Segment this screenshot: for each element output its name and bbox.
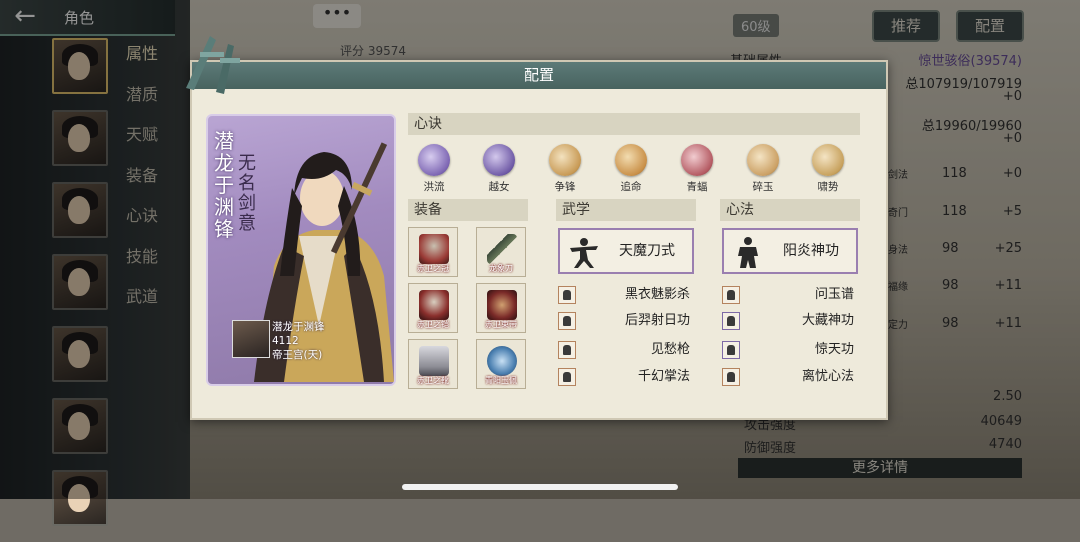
equipment-slot[interactable]: 赤卫之靴 bbox=[408, 339, 458, 389]
martial-pose-icon bbox=[558, 341, 576, 359]
meditation-figure-icon bbox=[738, 237, 758, 268]
owner-score: 4112 bbox=[272, 335, 299, 347]
pendant-icon bbox=[487, 346, 517, 376]
wuxue-main-name: 天魔刀式 bbox=[619, 243, 675, 259]
wuxue-main-slot[interactable]: 天魔刀式 bbox=[558, 228, 694, 274]
armor-icon bbox=[419, 290, 449, 320]
belt-icon bbox=[487, 290, 517, 320]
card-title: 潜龙于渊锋 bbox=[214, 129, 234, 241]
red-swirl-icon bbox=[681, 144, 713, 176]
xinjue-slot[interactable]: 越女 bbox=[476, 144, 522, 194]
equipment-slot[interactable]: 龙象刀 bbox=[476, 227, 526, 277]
equipment-name: 赤卫之铠 bbox=[417, 320, 449, 329]
meditation-pose-icon bbox=[722, 312, 740, 330]
xinjue-slot[interactable]: 追命 bbox=[608, 144, 654, 194]
equipment-slot[interactable]: 赤卫束带 bbox=[476, 283, 526, 333]
gold-strike-icon bbox=[615, 144, 647, 176]
equipment-name: 青阳玉佩 bbox=[485, 376, 517, 385]
boots-icon bbox=[419, 346, 449, 376]
martial-figure-icon bbox=[570, 238, 598, 268]
wuxue-section-header: 武学 bbox=[556, 199, 696, 221]
xinjue-name: 碎玉 bbox=[752, 181, 774, 193]
xinjue-name: 争锋 bbox=[554, 181, 576, 193]
xinjue-slot[interactable]: 青蝠 bbox=[674, 144, 720, 194]
xinjue-name: 洪流 bbox=[423, 181, 445, 193]
xinfa-name: 惊天功 bbox=[814, 342, 854, 357]
xinfa-list-item[interactable]: 离忧心法 bbox=[722, 368, 854, 388]
xinjue-slot[interactable]: 啸势 bbox=[805, 144, 851, 194]
card-subtitle: 无名剑意 bbox=[238, 153, 256, 234]
xinjue-slot[interactable]: 洪流 bbox=[411, 144, 457, 194]
wuxue-list-item[interactable]: 后羿射日功 bbox=[558, 312, 690, 332]
blade-icon bbox=[487, 234, 517, 264]
equipment-name: 赤卫之冠 bbox=[417, 264, 449, 273]
xinjue-slot[interactable]: 碎玉 bbox=[740, 144, 786, 194]
meditation-pose-icon bbox=[722, 286, 740, 304]
equipment-slot[interactable]: 赤卫之铠 bbox=[408, 283, 458, 333]
helmet-icon bbox=[419, 234, 449, 264]
gold-strike-icon bbox=[747, 144, 779, 176]
xinjue-section-header: 心诀 bbox=[408, 113, 860, 135]
xinfa-name: 问玉谱 bbox=[814, 287, 854, 302]
equipment-section-header: 装备 bbox=[408, 199, 528, 221]
xinjue-name: 青蝠 bbox=[686, 181, 708, 193]
martial-pose-icon bbox=[558, 368, 576, 386]
sword-ornament-icon bbox=[186, 36, 240, 94]
home-indicator[interactable] bbox=[402, 484, 678, 490]
wuxue-name: 见愁枪 bbox=[650, 342, 690, 357]
xinjue-name: 啸势 bbox=[817, 181, 839, 193]
equipment-name: 龙象刀 bbox=[489, 264, 513, 273]
xinfa-list-item[interactable]: 惊天功 bbox=[722, 341, 854, 361]
xinjue-name: 越女 bbox=[488, 181, 510, 193]
equipment-name: 赤卫束带 bbox=[485, 320, 517, 329]
wuxue-name: 千幻掌法 bbox=[637, 369, 690, 384]
wuxue-list-item[interactable]: 黑衣魅影杀 bbox=[558, 286, 690, 306]
xinfa-main-slot[interactable]: 阳炎神功 bbox=[722, 228, 858, 274]
xinfa-name: 离忧心法 bbox=[801, 369, 854, 384]
xinjue-name: 追命 bbox=[620, 181, 642, 193]
xinjue-slot[interactable]: 争锋 bbox=[542, 144, 588, 194]
wuxue-name: 后羿射日功 bbox=[624, 313, 690, 328]
wuxue-list-item[interactable]: 千幻掌法 bbox=[558, 368, 690, 388]
wuxue-list-item[interactable]: 见愁枪 bbox=[558, 341, 690, 361]
meditation-pose-icon bbox=[722, 368, 740, 386]
gold-strike-icon bbox=[549, 144, 581, 176]
purple-swirl-icon bbox=[483, 144, 515, 176]
xinfa-main-name: 阳炎神功 bbox=[783, 243, 839, 259]
dialog-header: 配置 bbox=[192, 62, 886, 89]
martial-pose-icon bbox=[558, 312, 576, 330]
gold-strike-icon bbox=[812, 144, 844, 176]
purple-swirl-icon bbox=[418, 144, 450, 176]
config-dialog: 配置 潜龙于渊锋 无名剑意 潜龙于渊锋 4112 帝王宫(天) 心诀 洪流 越女… bbox=[186, 36, 888, 420]
equipment-name: 赤卫之靴 bbox=[417, 376, 449, 385]
martial-pose-icon bbox=[558, 286, 576, 304]
owner-server: 帝王宫(天) bbox=[272, 349, 323, 361]
xinfa-list-item[interactable]: 大藏神功 bbox=[722, 312, 854, 332]
wuxue-name: 黑衣魅影杀 bbox=[624, 287, 690, 302]
owner-name: 潜龙于渊锋 bbox=[272, 321, 325, 333]
meditation-pose-icon bbox=[722, 341, 740, 359]
xinfa-name: 大藏神功 bbox=[801, 313, 854, 328]
avatar bbox=[232, 320, 270, 358]
dialog-title: 配置 bbox=[523, 66, 554, 84]
xinfa-list-item[interactable]: 问玉谱 bbox=[722, 286, 854, 306]
equipment-slot[interactable]: 赤卫之冠 bbox=[408, 227, 458, 277]
character-card[interactable]: 潜龙于渊锋 无名剑意 潜龙于渊锋 4112 帝王宫(天) bbox=[206, 114, 396, 386]
equipment-slot[interactable]: 青阳玉佩 bbox=[476, 339, 526, 389]
xinfa-section-header: 心法 bbox=[720, 199, 860, 221]
